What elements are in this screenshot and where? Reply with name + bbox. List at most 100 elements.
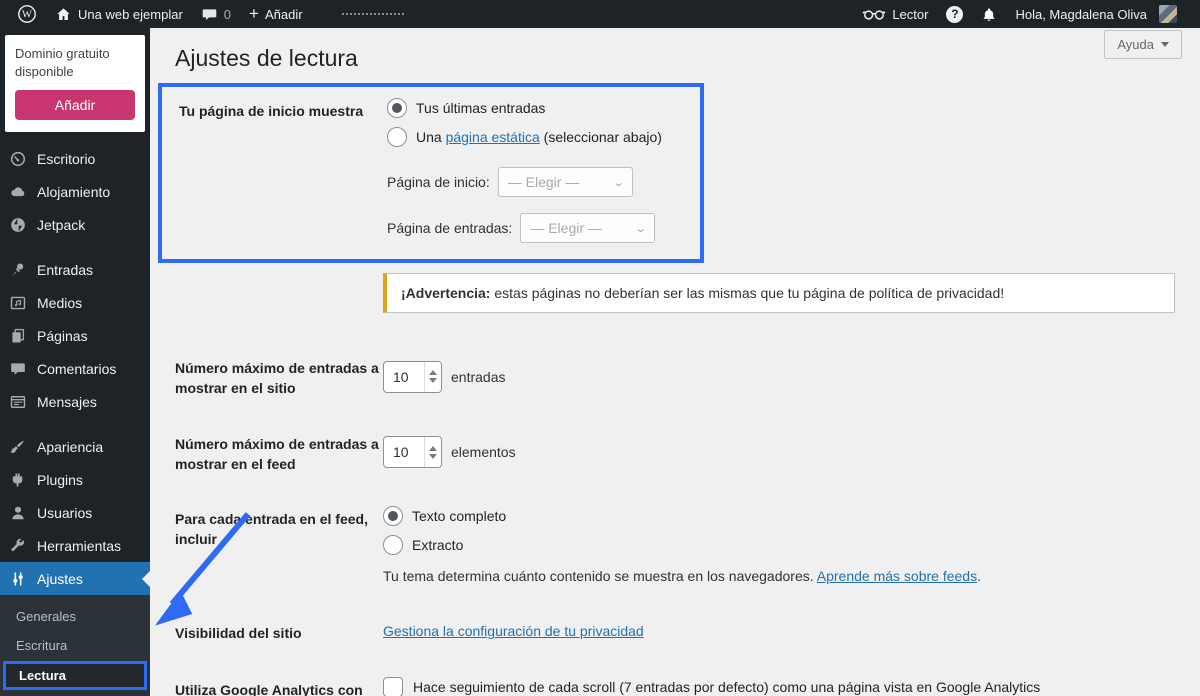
latest-posts-radio[interactable] [387,98,407,118]
bell-icon [984,8,995,21]
posts-page-select-label: Página de entradas: [387,220,513,236]
new-content-menu[interactable]: + Añadir [240,0,312,28]
sidebar-item-apariencia[interactable]: Apariencia [0,430,150,463]
free-domain-add-button[interactable]: Añadir [15,90,135,121]
submenu-item-lectura[interactable]: Lectura [3,661,147,691]
sidebar-item-comentarios[interactable]: Comentarios [0,352,150,385]
chevron-down-icon: ⌄ [634,222,648,235]
sidebar-item-label: Escritorio [37,150,96,167]
free-domain-promo-text: Dominio gratuito disponible [15,46,110,79]
avatar [1159,5,1177,23]
number-stepper[interactable] [424,437,441,468]
max-posts-row: Número máximo de entradas a mostrar en e… [175,355,1175,399]
number-stepper[interactable] [424,361,441,392]
max-feed-label: Número máximo de entradas a mostrar en e… [175,435,379,472]
dashboard-icon [8,149,28,169]
sidebar-item-usuarios[interactable]: Usuarios [0,496,150,529]
sidebar-item-medios[interactable]: Medios [0,286,150,319]
sidebar-item-plugins[interactable]: Plugins [0,463,150,496]
privacy-settings-link[interactable]: Gestiona la configuración de tu privacid… [383,623,644,639]
max-feed-row: Número máximo de entradas a mostrar en e… [175,431,1175,475]
stepper-down-icon [429,453,437,459]
visibility-label: Visibilidad del sitio [175,625,302,642]
submenu-item-comentarios[interactable]: Comentarios [0,691,150,696]
analytics-checkbox-label: Hace seguimiento de cada scroll (7 entra… [413,679,1041,696]
sidebar-item-label: Plugins [37,471,83,488]
submenu-item-generales[interactable]: Generales [0,602,150,631]
jetpack-icon [8,215,28,235]
full-text-radio[interactable] [383,506,403,527]
static-page-radio[interactable] [387,127,407,147]
settings-sliders-icon [8,569,28,589]
user-icon [8,503,28,523]
feed-description-text: Tu tema determina cuánto contenido se mu… [383,568,817,585]
site-name-menu[interactable]: Una web ejemplar [46,0,192,28]
sidebar-item-alojamiento[interactable]: Alojamiento [0,175,150,208]
comments-icon [8,359,28,379]
chevron-down-icon [1161,42,1169,47]
sidebar-item-jetpack[interactable]: Jetpack [0,208,150,241]
sidebar-item-label: Entradas [37,261,94,278]
sidebar-item-mensajes[interactable]: Mensajes [0,385,150,418]
sidebar-item-paginas[interactable]: Páginas [0,319,150,352]
analytics-label: Utiliza Google Analytics con scroll infi… [175,682,363,696]
plugin-icon [8,470,28,490]
analytics-row: Utiliza Google Analytics con scroll infi… [175,677,1175,696]
max-feed-input-wrap [383,436,442,469]
reading-settings-page: Ayuda Ajustes de lectura Tu página de in… [150,28,1200,696]
appearance-brush-icon [8,437,28,457]
wordpress-logo-menu[interactable]: W [8,0,46,28]
account-menu[interactable]: Hola, Magdalena Oliva [1006,0,1186,28]
comments-count: 0 [223,6,232,22]
feeds-learn-more-link[interactable]: Aprende más sobre feeds [817,568,977,584]
homepage-annotation-box: Tu página de inicio muestra Tus últimas … [158,83,704,263]
static-page-radio-label: Una página estática (seleccionar abajo) [416,129,662,145]
stepper-up-icon [429,445,437,451]
max-feed-input[interactable] [384,444,424,461]
privacy-warning-notice: ¡Advertencia: estas páginas no deberían … [383,273,1175,313]
feedback-icon [8,392,28,412]
analytics-checkbox[interactable] [383,677,403,696]
sidebar-item-herramientas[interactable]: Herramientas [0,529,150,562]
help-circle-icon: ? [946,5,964,23]
posts-page-select[interactable]: — Elegir — ⌄ [520,213,656,243]
excerpt-radio[interactable] [383,535,403,556]
sidebar-item-label: Jetpack [37,216,86,233]
homepage-select[interactable]: — Elegir — ⌄ [497,167,633,197]
svg-text:W: W [22,10,32,21]
help-label: Ayuda [1117,37,1154,52]
warning-text: estas páginas no deberían ser las mismas… [490,285,1005,301]
static-page-text-prefix: Una [416,129,446,145]
latest-posts-radio-label: Tus últimas entradas [416,100,546,116]
sidebar-item-escritorio[interactable]: Escritorio [0,142,150,175]
static-page-link[interactable]: página estática [446,129,540,145]
help-dropdown-button[interactable]: Ayuda [1104,30,1182,59]
pages-icon [8,326,28,346]
site-name: Una web ejemplar [78,6,183,22]
home-icon [57,7,70,20]
ajustes-submenu: Generales Escritura Lectura Comentarios [0,595,150,696]
media-icon [8,293,28,313]
homepage-select-value: — Elegir — [507,174,580,190]
sidebar-item-label: Medios [37,294,83,311]
static-page-text-suffix: (seleccionar abajo) [539,129,662,145]
comment-bubble-icon [202,8,217,20]
feed-content-row: Para cada entrada en el feed, incluir Te… [175,506,1175,584]
sidebar-item-entradas[interactable]: Entradas [0,253,150,286]
submenu-item-escritura[interactable]: Escritura [0,631,150,660]
sidebar-item-label: Páginas [37,327,88,344]
excerpt-radio-label: Extracto [412,537,464,554]
help-menu[interactable]: ? [937,0,972,28]
reader-menu[interactable]: Lector [853,0,937,28]
plus-icon: + [249,3,259,23]
redacted-dotted-line [341,13,404,15]
feed-description-period: . [977,568,981,585]
max-posts-unit: entradas [451,368,506,385]
notifications-menu[interactable] [972,0,1006,28]
sidebar-item-ajustes[interactable]: Ajustes [0,562,150,596]
feed-content-label: Para cada entrada en el feed, incluir [175,511,368,548]
max-posts-input[interactable] [384,368,424,385]
comments-menu[interactable]: 0 [192,0,240,28]
page-title: Ajustes de lectura [175,45,358,71]
